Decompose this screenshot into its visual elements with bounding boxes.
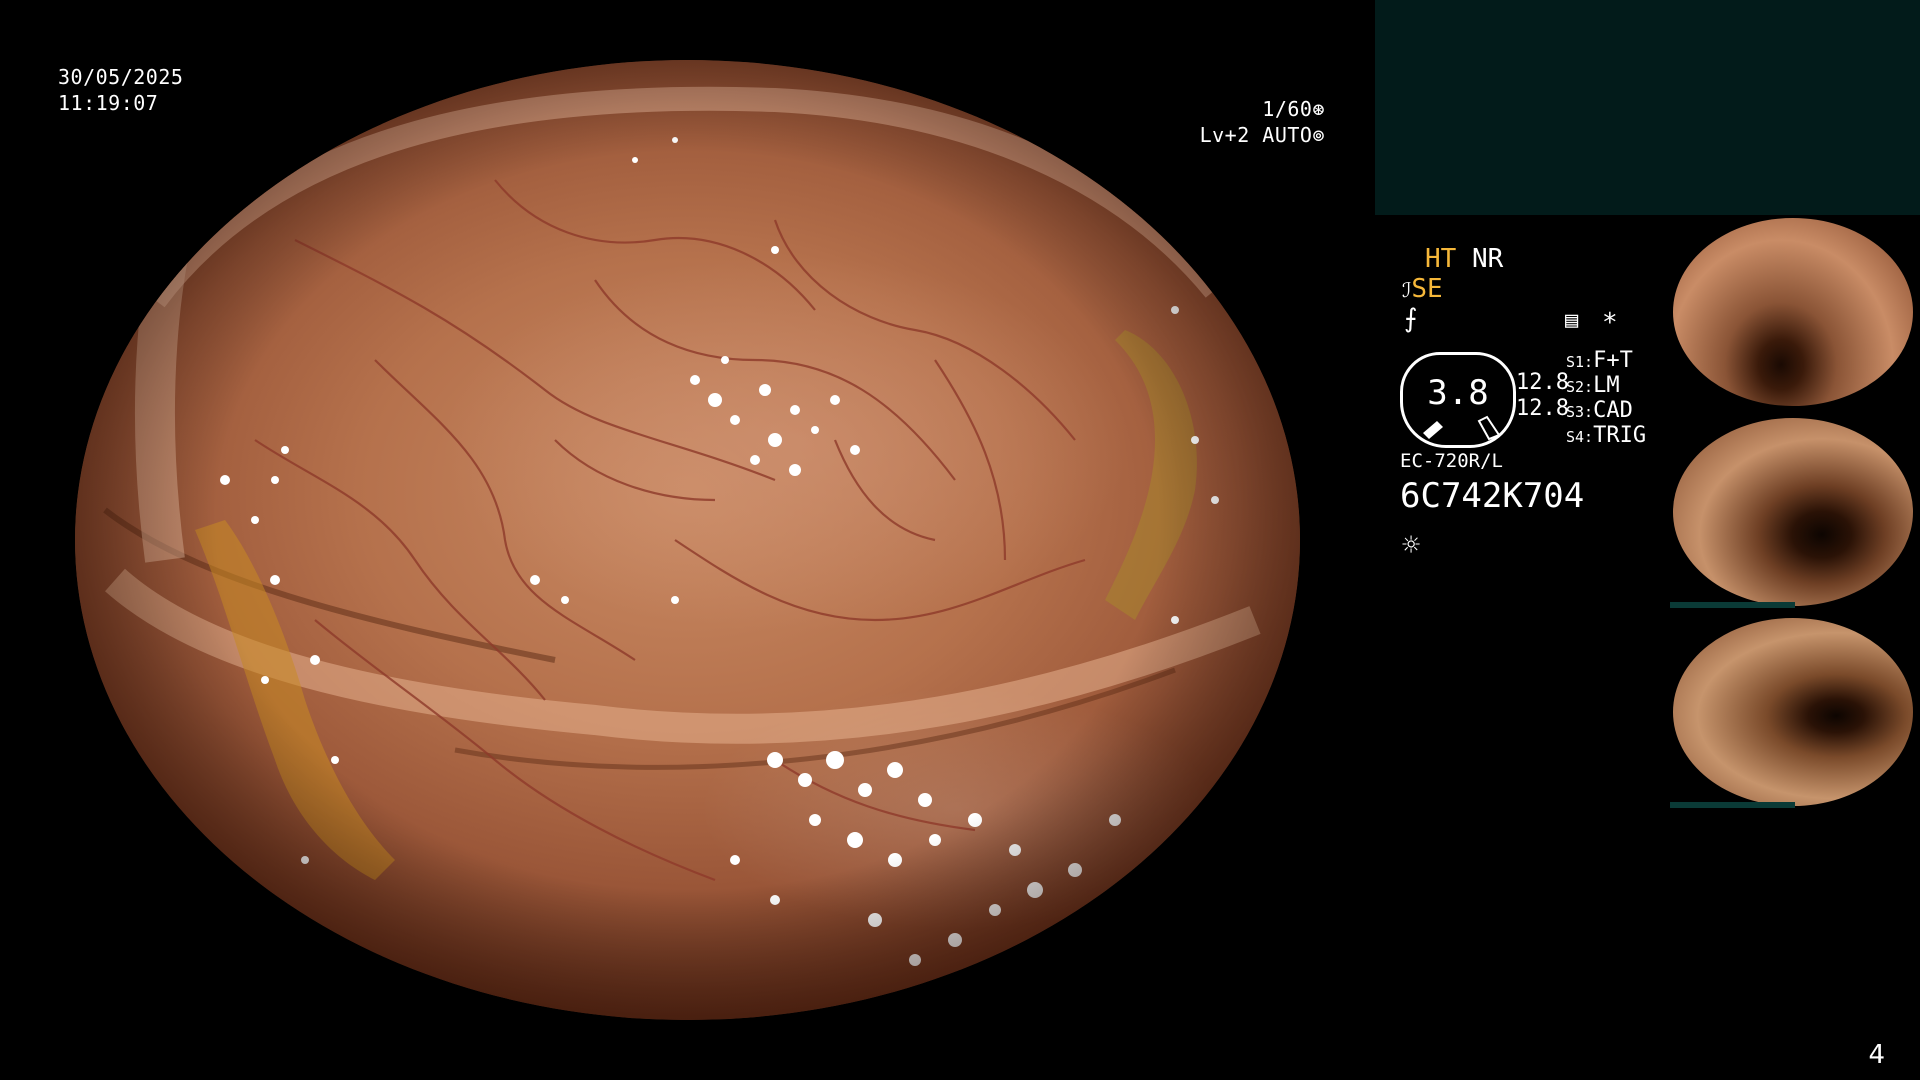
ht-label: HT: [1425, 244, 1457, 274]
thumbnail-bar: [1670, 602, 1795, 608]
dial-ticks-icon: [1423, 415, 1501, 441]
ht-nr-row: HT NR: [1425, 244, 1503, 274]
switch-s1: S1:F+T: [1566, 348, 1633, 373]
date-text: 30/05/2025: [58, 65, 184, 89]
structure-icon: ℐ: [1402, 278, 1412, 302]
record-panel: [1375, 0, 1920, 215]
scope-model: EC-720R/L: [1400, 450, 1503, 472]
switch-label: TRIG: [1593, 423, 1647, 448]
page-number: 4: [1868, 1040, 1885, 1070]
color-mode-icon: ⨍: [1404, 304, 1418, 334]
shutter-row: 1/60⊛: [1190, 96, 1325, 122]
asterisk-mark: *: [1602, 308, 1618, 338]
switch-key: S1:: [1566, 353, 1594, 371]
thumbnail-image: [1673, 418, 1913, 606]
exposure-info: 1/60⊛ Lv+2 AUTO⊚: [1190, 96, 1325, 148]
nr-label: NR: [1471, 244, 1504, 274]
scope-serial: 6C742K704: [1400, 476, 1585, 516]
iris-icon: ⊚: [1312, 123, 1325, 147]
zoom-dial: 3.8: [1400, 352, 1516, 448]
datetime: 30/05/2025 11:19:07: [58, 64, 183, 116]
endoscopic-view: [75, 60, 1300, 1020]
shutter-text: 1/60: [1262, 97, 1313, 121]
switch-s3: S3:CAD: [1566, 398, 1633, 423]
thumbnail-1[interactable]: [1670, 216, 1920, 408]
switch-label: LM: [1593, 373, 1620, 398]
sun-icon: ☼: [1402, 528, 1421, 563]
switch-label: CAD: [1593, 398, 1633, 423]
switch-key: S3:: [1566, 403, 1594, 421]
thumbnail-image: [1673, 218, 1913, 406]
se-row: ℐSE: [1402, 274, 1443, 304]
menu-box-icon: ▤: [1565, 308, 1579, 333]
level-row: Lv+2 AUTO⊚: [1190, 122, 1325, 148]
aperture-icon: ⊛: [1312, 97, 1325, 121]
level-text: Lv+2 AUTO: [1199, 123, 1313, 147]
thumbnail-3[interactable]: [1670, 616, 1920, 808]
se-label: SE: [1411, 274, 1443, 304]
thumbnail-image: [1673, 618, 1913, 806]
thumbnail-bar: [1670, 802, 1795, 808]
time-text: 11:19:07: [58, 91, 159, 115]
mucosa-image: [75, 60, 1300, 1020]
thumbnail-2[interactable]: [1670, 416, 1920, 608]
value-a: 12.8: [1516, 370, 1569, 395]
value-b: 12.8: [1516, 396, 1569, 421]
switch-s4: S4:TRIG: [1566, 423, 1646, 448]
switch-key: S4:: [1566, 428, 1594, 446]
switch-key: S2:: [1566, 378, 1594, 396]
switch-label: F+T: [1593, 348, 1633, 373]
switch-s2: S2:LM: [1566, 373, 1620, 398]
